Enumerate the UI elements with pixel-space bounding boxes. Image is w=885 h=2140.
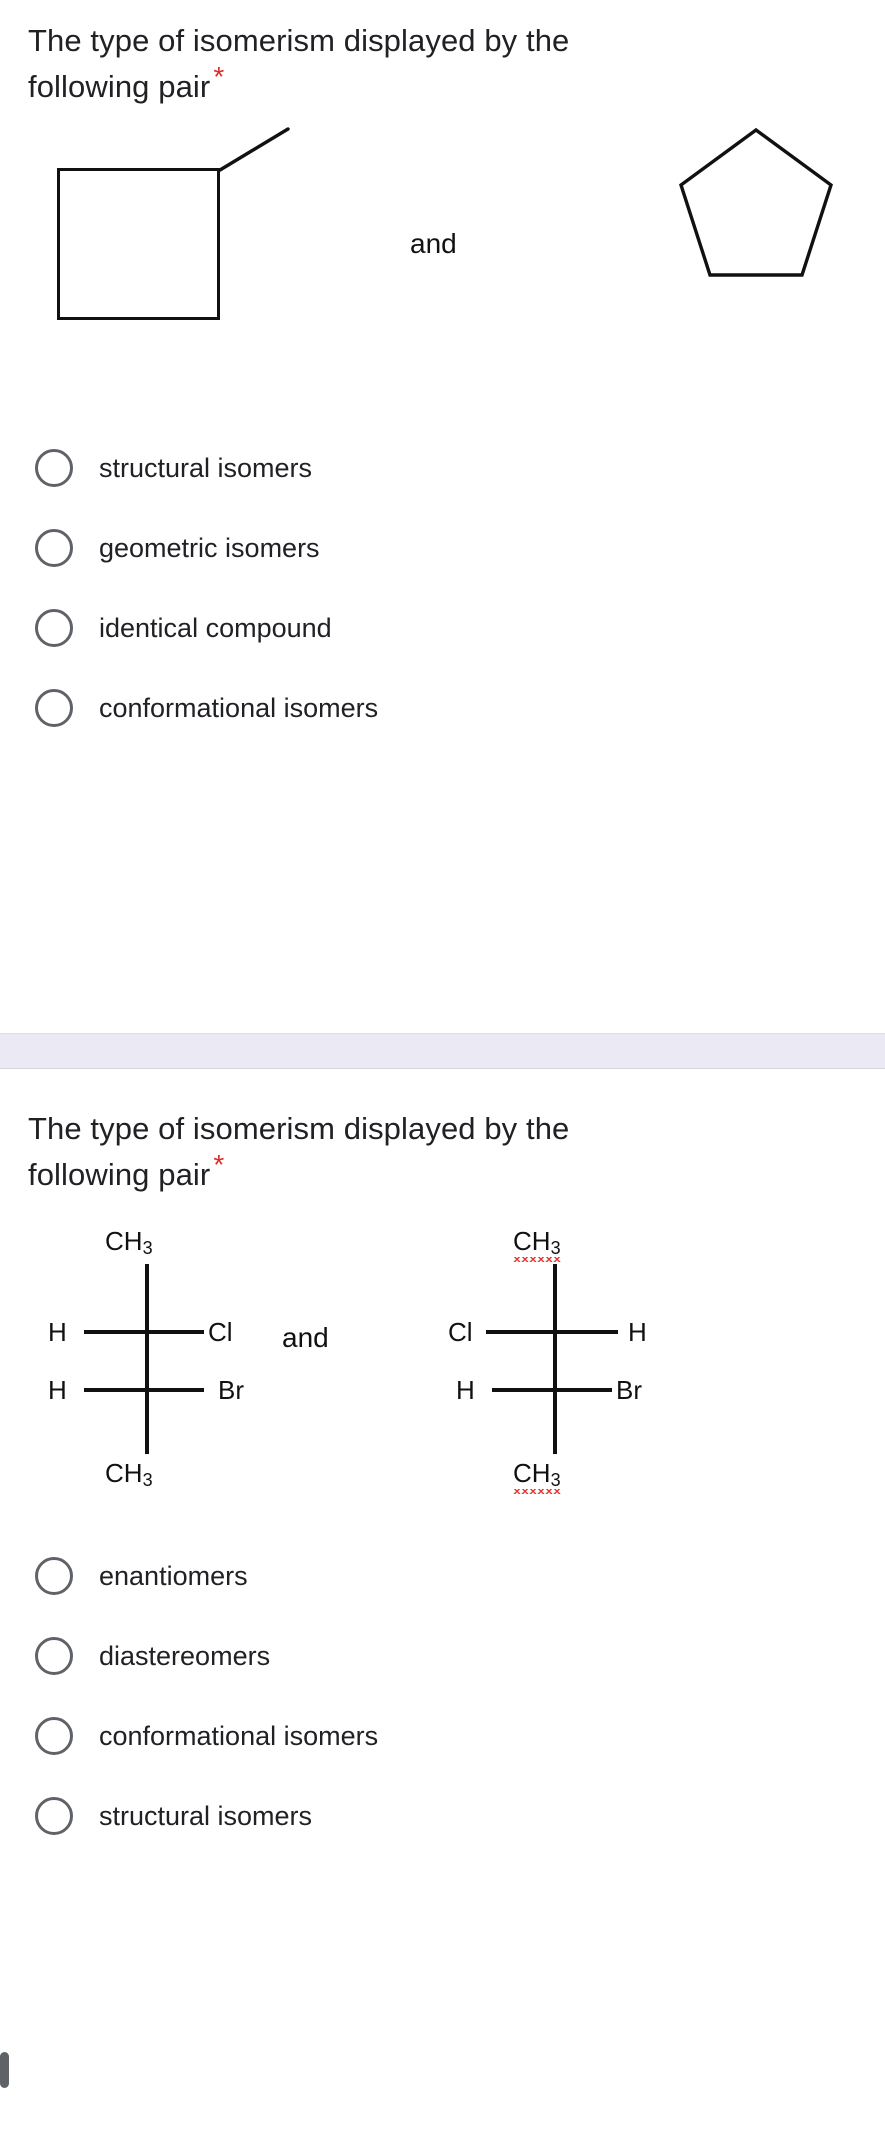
- structure-fischer-right: CH3 Cl H H Br CH3: [440, 1222, 670, 1502]
- fischer-right-row2-left-label: H: [456, 1375, 475, 1405]
- option-row[interactable]: structural isomers: [28, 1776, 857, 1856]
- fischer-left-row2-right-label: Br: [218, 1375, 244, 1405]
- option-label: diastereomers: [99, 1641, 271, 1671]
- fischer-right-bottom-label: CH3: [513, 1458, 561, 1494]
- fischer-right-row2-right-label: Br: [616, 1375, 642, 1405]
- required-marker-icon: *: [213, 1148, 225, 1180]
- fischer-left-row1-left-label: H: [48, 1317, 67, 1347]
- radio-button-icon[interactable]: [35, 1557, 73, 1595]
- option-row[interactable]: enantiomers: [28, 1536, 857, 1616]
- radio-button-icon[interactable]: [35, 689, 73, 727]
- option-label: structural isomers: [99, 453, 313, 483]
- option-label: identical compound: [99, 613, 332, 643]
- fischer-left-row1-right-label: Cl: [208, 1317, 233, 1347]
- fischer-right-row1-right-label: H: [628, 1317, 647, 1347]
- radio-button-icon[interactable]: [35, 1797, 73, 1835]
- radio-button-icon[interactable]: [35, 529, 73, 567]
- section-separator: [0, 1033, 885, 1069]
- question-1-title: The type of isomerism displayed by the f…: [0, 0, 885, 110]
- fischer-left-bottom-label: CH3: [105, 1458, 153, 1490]
- scrollbar-thumb[interactable]: [0, 2052, 9, 2088]
- question-1-title-line1: The type of isomerism displayed by the: [28, 23, 570, 58]
- structure-cyclopentane-pentagon: [679, 127, 833, 277]
- option-label: conformational isomers: [99, 1721, 379, 1751]
- option-row[interactable]: diastereomers: [28, 1616, 857, 1696]
- question-2-title-line1: The type of isomerism displayed by the: [28, 1111, 570, 1146]
- fischer-right-row1-left-label: Cl: [448, 1317, 473, 1347]
- cyclobutane-ring-square: [57, 168, 220, 320]
- question-1-structures: and: [0, 127, 885, 418]
- radio-button-icon[interactable]: [35, 1717, 73, 1755]
- option-label: geometric isomers: [99, 533, 320, 563]
- question-2-structures: CH3 H Cl H Br CH3 and CH3 Cl H H Br CH3: [0, 1222, 885, 1522]
- conjunction-and-2: and: [282, 1322, 329, 1353]
- radio-button-icon[interactable]: [35, 449, 73, 487]
- option-label: enantiomers: [99, 1561, 248, 1591]
- fischer-right-top-label: CH3: [513, 1226, 561, 1262]
- radio-button-icon[interactable]: [35, 1637, 73, 1675]
- question-2-title-line2: following pair: [28, 1157, 211, 1192]
- structure-fischer-left: CH3 H Cl H Br CH3: [32, 1222, 262, 1502]
- radio-button-icon[interactable]: [35, 609, 73, 647]
- methyl-branch-line: [218, 127, 290, 172]
- fischer-left-row2-left-label: H: [48, 1375, 67, 1405]
- question-2-title: The type of isomerism displayed by the f…: [0, 1106, 885, 1198]
- question-block-1: The type of isomerism displayed by the f…: [0, 0, 885, 748]
- question-1-options: structural isomers geometric isomers ide…: [0, 428, 885, 748]
- option-label: conformational isomers: [99, 693, 379, 723]
- option-label: structural isomers: [99, 1801, 313, 1831]
- option-row[interactable]: identical compound: [28, 588, 857, 668]
- fischer-left-top-label: CH3: [105, 1226, 153, 1258]
- option-row[interactable]: conformational isomers: [28, 1696, 857, 1776]
- question-block-2: The type of isomerism displayed by the f…: [0, 1106, 885, 1856]
- option-row[interactable]: conformational isomers: [28, 668, 857, 748]
- conjunction-and-1: and: [410, 228, 457, 259]
- question-1-title-line2: following pair: [28, 69, 211, 104]
- option-row[interactable]: geometric isomers: [28, 508, 857, 588]
- required-marker-icon: *: [213, 60, 225, 92]
- option-row[interactable]: structural isomers: [28, 428, 857, 508]
- question-2-options: enantiomers diastereomers conformational…: [0, 1536, 885, 1856]
